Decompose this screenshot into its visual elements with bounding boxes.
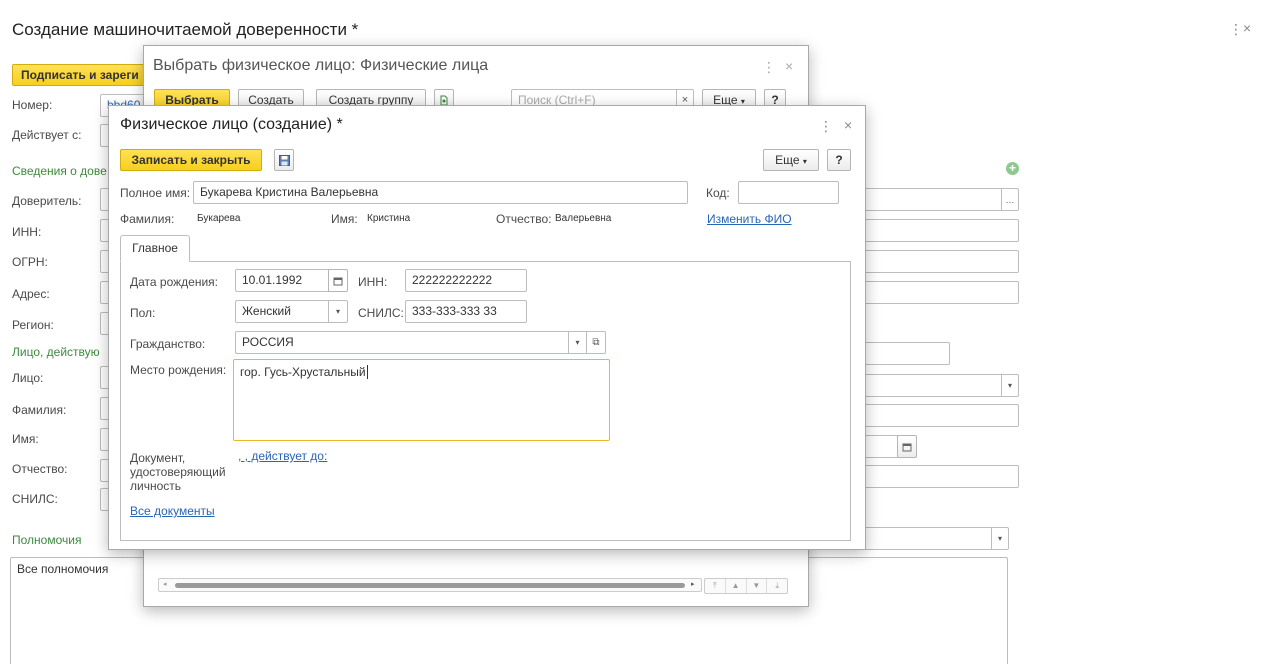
person-label: Лицо: xyxy=(12,371,44,385)
patronymic-label: Отчество: xyxy=(12,462,68,476)
picker-hscrollbar[interactable]: ◂ ▸ xyxy=(158,578,702,592)
gender-dropdown-icon[interactable]: ▾ xyxy=(328,300,348,323)
principal-label: Доверитель: xyxy=(12,194,82,208)
person-extra-field[interactable] xyxy=(866,342,950,365)
principal-select-icon[interactable]: … xyxy=(1001,188,1019,211)
dialog-snils-label: СНИЛС: xyxy=(358,306,404,320)
powers-label: Полномочия xyxy=(12,533,82,547)
birthplace-textarea[interactable]: гор. Гусь-Хрустальный xyxy=(233,359,610,441)
dialog-inn-label: ИНН: xyxy=(358,275,388,289)
citizenship-dropdown-icon[interactable]: ▾ xyxy=(568,331,586,354)
person-field-end[interactable] xyxy=(866,374,1002,397)
region-label: Регион: xyxy=(12,318,54,332)
inn-label: ИНН: xyxy=(12,225,42,239)
powers-dropdown-icon[interactable]: ▾ xyxy=(991,527,1009,550)
principal-field-end[interactable] xyxy=(866,188,1002,211)
ogrn-label: ОГРН: xyxy=(12,255,48,269)
date-field-end[interactable] xyxy=(866,435,898,458)
all-documents-link[interactable]: Все документы xyxy=(130,504,215,518)
calendar-icon[interactable] xyxy=(897,435,917,458)
name-label: Имя: xyxy=(12,432,39,446)
birthplace-label: Место рождения: xyxy=(130,363,227,377)
birthplace-text: гор. Гусь-Хрустальный xyxy=(240,365,366,379)
surname-label: Фамилия: xyxy=(12,403,67,417)
scroll-thumb[interactable] xyxy=(175,583,685,588)
scroll-left-icon[interactable]: ◂ xyxy=(163,580,167,588)
id-doc-label: Документ, удостоверяющий личность xyxy=(130,451,226,493)
valid-from-label: Действует с: xyxy=(12,128,82,142)
dialog-snils-input[interactable]: 333-333-333 33 xyxy=(405,300,527,323)
citizenship-label: Гражданство: xyxy=(130,337,206,351)
scroll-right-icon[interactable]: ▸ xyxy=(691,580,695,588)
id-doc-link[interactable]: , , действует до: xyxy=(238,449,327,463)
picker-nav-buttons: ⤒ ▲ ▼ ⤓ xyxy=(704,578,788,594)
picker-title: Выбрать физическое лицо: Физические лица xyxy=(153,57,489,74)
picker-close-icon[interactable]: × xyxy=(785,58,793,74)
gender-label: Пол: xyxy=(130,306,156,320)
number-label: Номер: xyxy=(12,98,53,112)
gender-select[interactable]: Женский xyxy=(235,300,329,323)
snils-label: СНИЛС: xyxy=(12,492,58,506)
calendar-icon[interactable] xyxy=(328,269,348,292)
address-field-end[interactable] xyxy=(866,281,1019,304)
add-icon[interactable]: + xyxy=(1006,162,1019,175)
citizenship-select[interactable]: РОССИЯ xyxy=(235,331,569,354)
scroll-up-icon[interactable]: ▲ xyxy=(726,579,747,593)
powers-list-item[interactable]: Все полномочия xyxy=(17,562,108,576)
tab-content: Дата рождения: 10.01.1992 ИНН: 222222222… xyxy=(109,106,867,551)
text-cursor xyxy=(366,365,368,379)
person-dropdown-icon[interactable]: ▾ xyxy=(1001,374,1019,397)
scroll-first-icon[interactable]: ⤒ xyxy=(705,579,726,593)
main-more-icon[interactable]: ⋮ xyxy=(1229,21,1243,38)
scroll-down-icon[interactable]: ▼ xyxy=(747,579,768,593)
scroll-last-icon[interactable]: ⤓ xyxy=(767,579,787,593)
section-trust-label: Сведения о дове xyxy=(12,164,107,178)
main-close-icon[interactable]: × xyxy=(1243,20,1251,36)
page-title: Создание машиночитаемой доверенности * xyxy=(12,20,359,39)
birth-date-input[interactable]: 10.01.1992 xyxy=(235,269,329,292)
sign-register-button[interactable]: Подписать и зареги xyxy=(12,64,152,86)
open-icon[interactable]: ⧉ xyxy=(586,331,606,354)
powers-select-end[interactable] xyxy=(866,527,992,550)
person-dialog: Физическое лицо (создание) * ⋮ × Записат… xyxy=(108,105,866,550)
patronymic-field-end[interactable] xyxy=(866,465,1019,488)
address-label: Адрес: xyxy=(12,287,50,301)
birth-date-label: Дата рождения: xyxy=(130,275,218,289)
surname-field-end[interactable] xyxy=(866,404,1019,427)
picker-more-icon[interactable]: ⋮ xyxy=(762,59,776,76)
inn-field-end[interactable] xyxy=(866,219,1019,242)
dialog-inn-input[interactable]: 222222222222 xyxy=(405,269,527,292)
ogrn-field-end[interactable] xyxy=(866,250,1019,273)
section-person-label: Лицо, действую xyxy=(12,345,100,359)
